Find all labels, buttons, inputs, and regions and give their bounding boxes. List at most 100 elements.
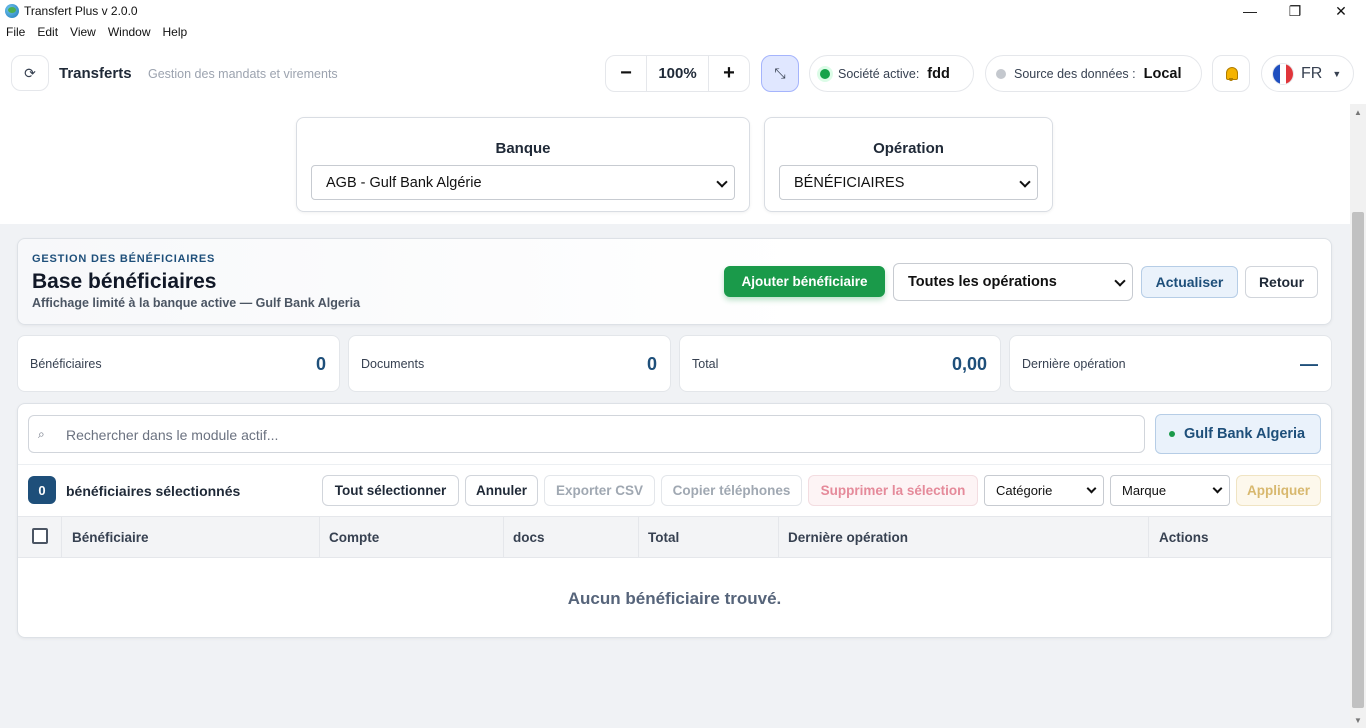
language-code: FR [1301,64,1323,82]
zoom-in-button[interactable]: + [709,56,749,91]
scroll-up-arrow-icon[interactable]: ▲ [1350,104,1366,120]
close-button[interactable]: ✕ [1318,0,1364,22]
search-icon: ⌕ [38,427,45,441]
selected-count-badge: 0 [28,476,56,504]
operation-select[interactable]: BÉNÉFICIAIRES [779,165,1038,200]
stat-value: 0 [646,354,657,374]
column-header-beneficiary[interactable]: Bénéficiaire [72,530,149,545]
source-status-dot-icon [996,68,1006,79]
export-csv-button[interactable]: Exporter CSV [544,475,655,506]
menu-help[interactable]: Help [163,25,188,39]
column-header-last-operation[interactable]: Dernière opération [788,530,908,545]
language-selector[interactable]: FR ▼ [1261,55,1354,92]
bank-label: Banque [495,140,551,157]
module-subtitle: Affichage limité à la banque active — Gu… [32,296,361,310]
column-separator [1148,517,1149,557]
chevron-down-icon [716,176,728,188]
france-flag-icon [1272,62,1294,85]
source-value: Local [1143,65,1182,82]
company-status[interactable]: Société active: fdd [809,55,974,92]
category-select-value: Catégorie [996,483,1053,498]
operation-selector-card: Opération BÉNÉFICIAIRES [764,117,1053,212]
chevron-down-icon [1114,275,1126,287]
app-logo-icon [5,4,19,18]
divider [18,464,1331,465]
stat-value: 0,00 [951,354,987,374]
column-separator [503,517,504,557]
company-status-dot-icon [820,68,830,79]
search-input[interactable]: Rechercher dans le module actif... [66,427,278,443]
company-value: fdd [927,65,950,82]
active-dot-icon [1169,431,1175,437]
stat-card-total: Total 0,00 [679,335,1001,392]
notifications-button[interactable] [1212,55,1250,92]
compress-icon: ⤡ [774,65,786,81]
scrollbar-thumb[interactable] [1352,212,1364,708]
compact-view-button[interactable]: ⤡ [761,55,799,92]
minimize-button[interactable]: — [1227,0,1273,22]
stat-label: Documents [361,357,425,371]
delete-selection-button[interactable]: Supprimer la sélection [808,475,978,506]
brand-select[interactable]: Marque [1110,475,1230,506]
window-titlebar: Transfert Plus v 2.0.0 — ❐ ✕ [0,0,1366,22]
chevron-down-icon [1086,483,1097,494]
add-beneficiary-button[interactable]: Ajouter bénéficiaire [724,266,885,297]
chevron-down-icon: ▼ [1332,68,1342,79]
empty-state-message: Aucun bénéficiaire trouvé. [567,589,782,608]
bank-selector-card: Banque AGB - Gulf Bank Algérie [296,117,750,212]
column-header-account[interactable]: Compte [329,530,379,545]
active-bank-name: Gulf Bank Algeria [1184,426,1306,442]
zoom-control: − 100% + [605,55,750,92]
module-kicker: GESTION DES BÉNÉFICIAIRES [32,253,216,265]
stat-label: Dernière opération [1022,357,1126,371]
column-separator [638,517,639,557]
cancel-selection-button[interactable]: Annuler [465,475,538,506]
stat-value: 0 [315,354,326,374]
source-label: Source des données : [1014,66,1136,81]
chevron-down-icon [1019,176,1031,188]
data-source-status[interactable]: Source des données : Local [985,55,1202,92]
refresh-button[interactable]: Actualiser [1141,266,1238,298]
operations-filter-value: Toutes les opérations [908,274,1057,290]
back-button[interactable]: Retour [1245,266,1318,298]
operation-label: Opération [873,140,944,157]
selected-count-label: bénéficiaires sélectionnés [66,483,241,499]
window-title: Transfert Plus v 2.0.0 [24,4,138,18]
stat-card-documents: Documents 0 [348,335,671,392]
column-separator [61,517,62,557]
menu-edit[interactable]: Edit [37,25,58,39]
select-all-button[interactable]: Tout sélectionner [322,475,459,506]
operation-select-value: BÉNÉFICIAIRES [794,174,905,191]
menu-bar: File Edit View Window Help [0,22,199,42]
column-header-docs[interactable]: docs [513,530,545,545]
page-subtitle: Gestion des mandats et virements [148,67,338,81]
scroll-down-arrow-icon[interactable]: ▼ [1350,712,1366,728]
reload-button[interactable]: ⟳ [11,55,49,91]
column-header-total[interactable]: Total [648,530,679,545]
stat-card-beneficiaries: Bénéficiaires 0 [17,335,340,392]
select-all-checkbox[interactable] [32,528,48,544]
stat-label: Total [692,357,719,371]
zoom-out-button[interactable]: − [606,56,646,91]
operations-filter-select[interactable]: Toutes les opérations [893,263,1133,301]
column-separator [778,517,779,557]
menu-window[interactable]: Window [108,25,151,39]
stat-label: Bénéficiaires [30,357,102,371]
copy-phones-button[interactable]: Copier téléphones [661,475,802,506]
zoom-level: 100% [646,56,709,91]
menu-file[interactable]: File [6,25,25,39]
menu-view[interactable]: View [70,25,96,39]
company-label: Société active: [838,66,920,81]
apply-button[interactable]: Appliquer [1236,475,1321,506]
category-select[interactable]: Catégorie [984,475,1104,506]
stat-value: — [1300,354,1318,374]
refresh-icon: ⟳ [24,64,36,81]
chevron-down-icon [1212,483,1223,494]
bank-select[interactable]: AGB - Gulf Bank Algérie [311,165,735,200]
active-bank-chip: Gulf Bank Algeria [1155,414,1321,454]
restore-button[interactable]: ❐ [1272,0,1318,22]
column-separator [319,517,320,557]
page-title: Transferts [59,65,132,82]
module-title: Base bénéficiaires [32,270,217,293]
column-header-actions: Actions [1159,530,1209,545]
